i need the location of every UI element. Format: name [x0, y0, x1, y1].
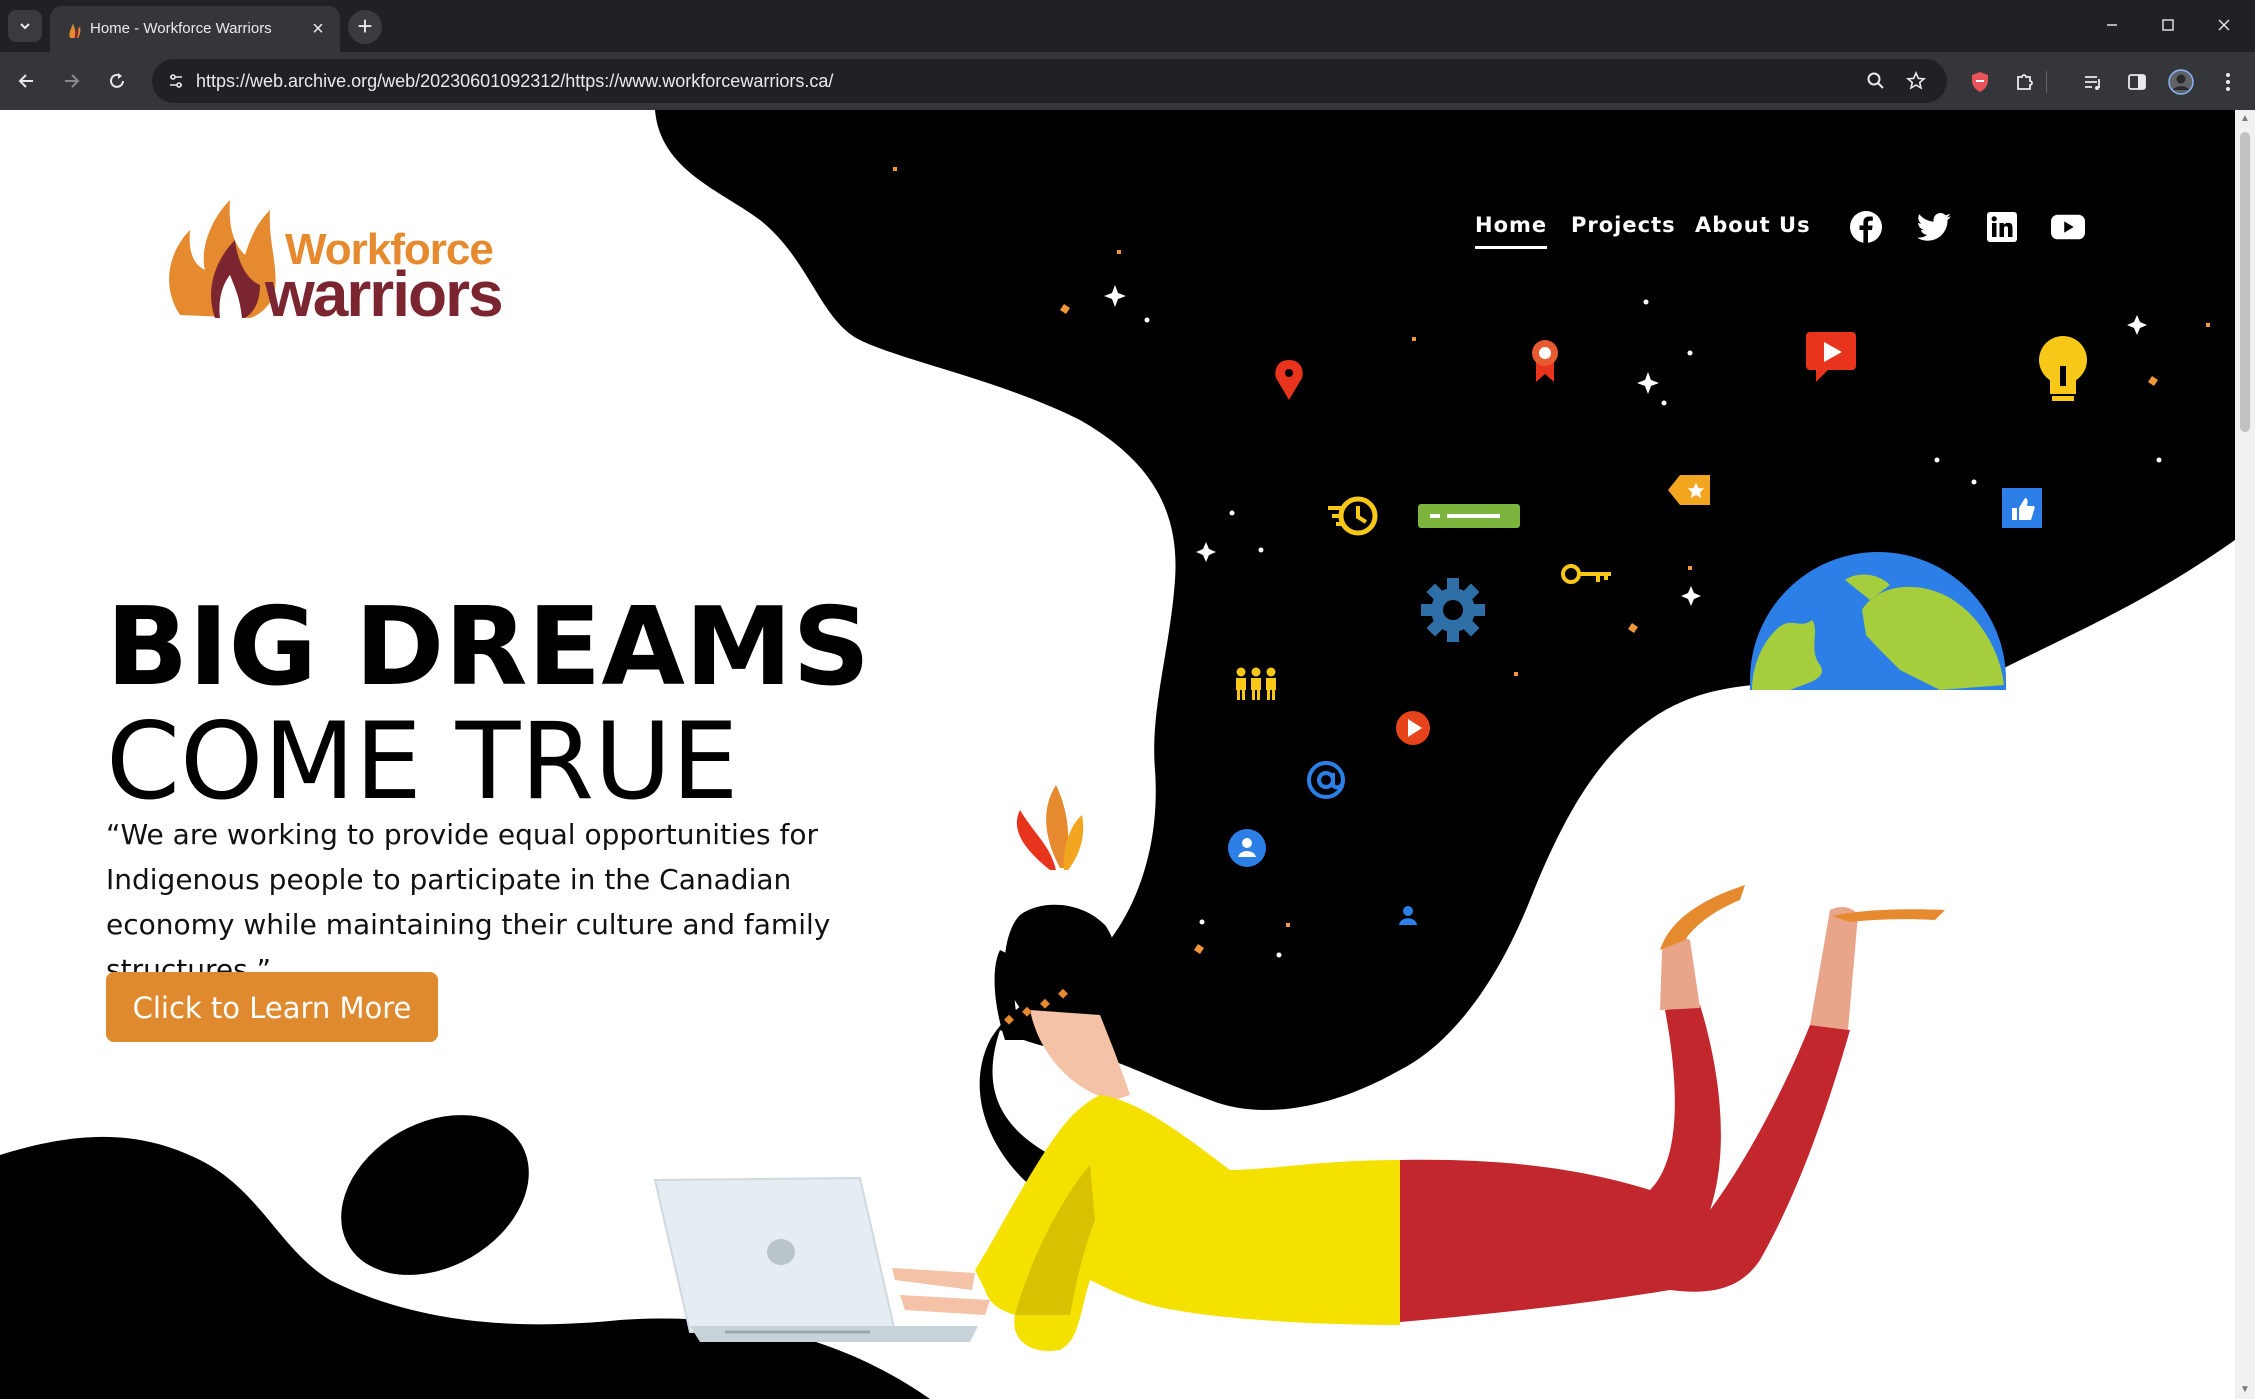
browser-tab-strip: Home - Workforce Warriors × + [0, 0, 2255, 52]
url-text[interactable]: https://web.archive.org/web/202306010923… [196, 59, 833, 103]
comment-bar-icon [1418, 504, 1520, 528]
zoom-search-icon[interactable] [1864, 69, 1888, 93]
side-panel-icon[interactable] [2124, 69, 2150, 95]
facebook-icon[interactable] [1849, 210, 1883, 244]
user-circle-icon [1228, 829, 1266, 867]
active-tab[interactable]: Home - Workforce Warriors × [50, 6, 340, 52]
reload-icon [110, 73, 124, 88]
thumbs-up-icon [2002, 488, 2042, 528]
maximize-icon[interactable] [2148, 10, 2188, 40]
learn-more-button[interactable]: Click to Learn More [106, 972, 438, 1042]
nav-projects[interactable]: Projects [1571, 210, 1676, 240]
tab-search-button[interactable] [8, 10, 42, 42]
close-tab-icon[interactable]: × [308, 19, 328, 39]
youtube-icon[interactable] [2051, 210, 2085, 244]
site-logo[interactable]: Workforce warriors [160, 170, 520, 330]
scroll-down-arrow-icon[interactable]: ▼ [2239, 1384, 2251, 1396]
page-scrollbar[interactable]: ▲ ▼ [2235, 110, 2255, 1399]
bookmark-star-icon[interactable] [1904, 69, 1928, 93]
browser-menu-icon[interactable] [2215, 69, 2241, 95]
address-bar[interactable]: https://web.archive.org/web/202306010923… [152, 59, 1947, 103]
minimize-icon[interactable] [2092, 10, 2132, 40]
site-info-icon[interactable] [162, 67, 190, 95]
toolbar-separator [2046, 71, 2047, 93]
scroll-up-arrow-icon[interactable]: ▲ [2239, 113, 2251, 125]
nav-about-us[interactable]: About Us [1695, 210, 1811, 240]
linkedin-icon[interactable] [1985, 210, 2019, 244]
hero-title-line1: BIG DREAMS [106, 585, 871, 710]
media-queue-icon[interactable] [2080, 69, 2106, 95]
scrollbar-thumb[interactable] [2240, 132, 2250, 432]
floating-black-blob [341, 1115, 529, 1275]
tab-title: Home - Workforce Warriors [90, 20, 272, 37]
logo-text-warriors: warriors [265, 258, 504, 330]
browser-toolbar: https://web.archive.org/web/202306010923… [0, 52, 2255, 110]
hero-quote: “We are working to provide equal opportu… [106, 818, 831, 986]
back-button[interactable] [12, 66, 42, 96]
chevron-down-icon [20, 23, 30, 30]
extensions-puzzle-icon[interactable] [2012, 69, 2038, 95]
hero-title-line2: COME TRUE [106, 700, 739, 823]
new-tab-button[interactable]: + [348, 10, 382, 44]
arrow-right-icon [65, 74, 80, 88]
nav-home[interactable]: Home [1475, 210, 1548, 249]
arrow-left-icon [18, 74, 33, 88]
twitter-icon[interactable] [1917, 210, 1951, 244]
shield-extension-icon[interactable] [1967, 69, 1993, 95]
page-viewport: Workforce warriors Home Projects About U… [0, 110, 2235, 1399]
profile-avatar-icon[interactable] [2168, 69, 2194, 95]
close-window-icon[interactable] [2204, 10, 2244, 40]
play-circle-icon [1396, 711, 1430, 745]
site-favicon-icon [69, 23, 81, 38]
forward-button[interactable] [56, 66, 86, 96]
reload-button[interactable] [102, 66, 132, 96]
